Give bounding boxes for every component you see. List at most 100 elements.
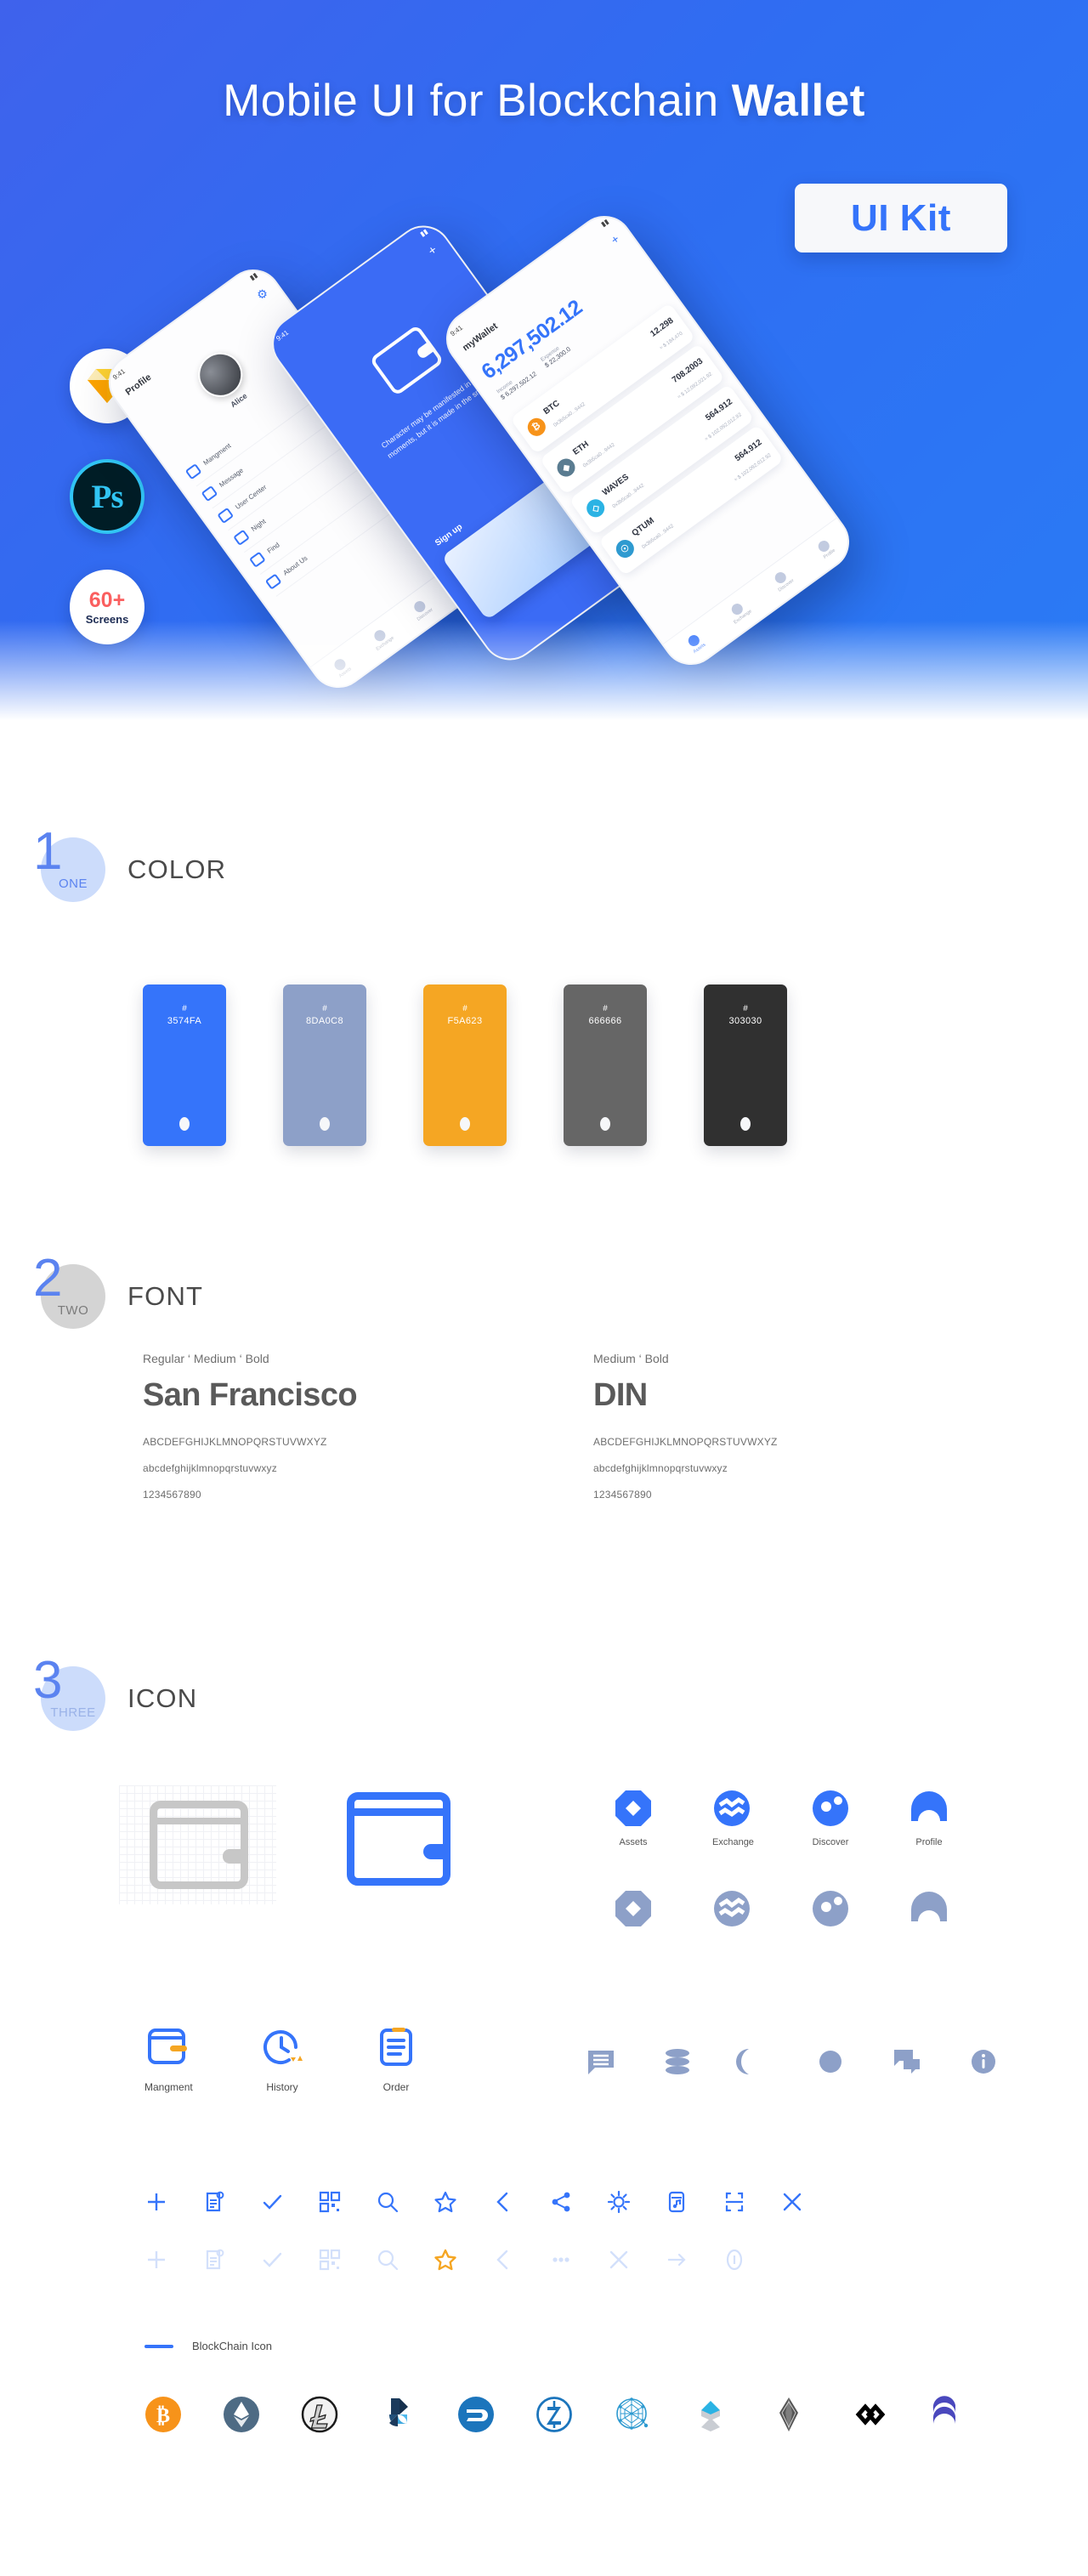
scan-frame-icon[interactable] — [722, 2190, 746, 2214]
check-icon[interactable] — [260, 2190, 284, 2214]
tab-icon-exchange[interactable]: Exchange — [712, 1789, 754, 1847]
list-item-label: About Us — [281, 554, 309, 577]
feature-icon-order[interactable]: Order — [372, 2023, 420, 2093]
font-lowercase-sample: abcdefghijklmnopqrstuvwxyz — [143, 1462, 277, 1474]
coin-amount: 12.298 — [649, 315, 676, 339]
tab-icon-exchange-inactive[interactable] — [712, 1889, 751, 1928]
discover-icon — [813, 1790, 848, 1826]
color-swatch[interactable]: # 303030 — [704, 984, 787, 1146]
database-stack-icon[interactable] — [663, 2047, 692, 2076]
list-item-label: Night — [249, 517, 268, 533]
wallet-icon — [184, 463, 202, 480]
document-settings-icon[interactable] — [202, 2190, 226, 2214]
ui-kit-badge[interactable]: UI Kit — [795, 184, 1007, 252]
bitcoin-icon[interactable]: ₿ — [144, 2396, 182, 2433]
plus-icon[interactable]: + — [425, 242, 439, 258]
eos-icon[interactable] — [770, 2396, 808, 2433]
section-header-color: 1 ONE COLOR — [33, 826, 227, 902]
ui-kit-presentation: Mobile UI for Blockchain Wallet UI Kit P… — [0, 0, 1088, 2576]
tab-icon-profile[interactable]: Profile — [910, 1789, 949, 1847]
tab-icon-discover[interactable]: Discover — [811, 1789, 850, 1847]
section-number-word: TWO — [57, 1303, 89, 1318]
coin-usd: ≈ $ 184,470 — [659, 331, 684, 352]
document-settings-icon[interactable] — [202, 2248, 226, 2272]
swatch-dot — [740, 1117, 751, 1131]
plus-icon[interactable] — [144, 2190, 168, 2214]
gear-icon[interactable]: ⚙ — [254, 286, 271, 304]
zcash-icon[interactable] — [536, 2396, 573, 2433]
screens-count: 60+ — [88, 587, 126, 612]
info-icon — [264, 573, 282, 590]
section-title: COLOR — [128, 854, 227, 884]
section-header-icon: 3 THREE ICON — [33, 1654, 197, 1731]
section-number-badge: 1 ONE — [33, 826, 105, 902]
more-dots-icon[interactable] — [549, 2248, 573, 2272]
plus-icon[interactable]: + — [608, 232, 621, 247]
tab-icon-discover-inactive[interactable] — [811, 1889, 850, 1928]
share-icon[interactable] — [549, 2190, 573, 2214]
litecoin-icon[interactable] — [301, 2396, 338, 2433]
swatch-hex: 8DA0C8 — [306, 1015, 343, 1026]
section-number: 3 — [33, 1651, 63, 1710]
color-swatch[interactable]: # 666666 — [564, 984, 647, 1146]
dash-icon[interactable] — [457, 2396, 495, 2433]
search-icon[interactable] — [376, 2190, 400, 2214]
info-outline-icon[interactable] — [722, 2248, 746, 2272]
check-icon[interactable] — [260, 2248, 284, 2272]
gray-icon-set — [586, 2047, 998, 2076]
tab-icon-assets-inactive[interactable] — [614, 1889, 653, 1928]
star-icon-highlighted[interactable] — [434, 2248, 457, 2272]
info-icon[interactable] — [969, 2047, 998, 2076]
plus-icon[interactable] — [144, 2248, 168, 2272]
divider-line — [144, 2344, 173, 2348]
moon-icon[interactable] — [736, 2047, 768, 2076]
tab-icon-set-active: Assets Exchange Discover Profile — [614, 1789, 949, 1847]
nav-bar: Profile ⚙ — [122, 286, 271, 400]
font-specimen-list: Regular ‘ Medium ‘ Bold San Francisco AB… — [143, 1352, 1044, 1515]
tab-icon-profile-inactive[interactable] — [910, 1889, 949, 1928]
photoshop-badge[interactable]: Ps — [70, 459, 144, 534]
screens-count-badge[interactable]: 60+ Screens — [70, 570, 144, 644]
svg-text:₿: ₿ — [156, 2405, 170, 2427]
feature-icon-mangment[interactable]: Mangment — [144, 2023, 193, 2093]
font-uppercase-sample: ABCDEFGHIJKLMNOPQRSTUVWXYZ — [593, 1436, 778, 1448]
chat-bubbles-icon[interactable] — [892, 2047, 921, 2076]
close-icon[interactable] — [780, 2190, 804, 2214]
qr-code-icon[interactable] — [318, 2190, 342, 2214]
feature-icon-set: Mangment History Order — [144, 2023, 420, 2093]
status-time: 9:41 — [275, 328, 291, 343]
assets-icon — [615, 1891, 651, 1926]
qr-code-icon[interactable] — [318, 2248, 342, 2272]
section-title: FONT — [128, 1281, 204, 1311]
chevron-left-icon[interactable] — [491, 2248, 515, 2272]
gear-icon[interactable] — [607, 2190, 631, 2214]
page-title-bold: Wallet — [731, 76, 865, 126]
coin-symbol: ETH — [571, 440, 591, 457]
circle-icon[interactable] — [816, 2047, 845, 2076]
close-icon[interactable] — [607, 2248, 631, 2272]
waves-icon[interactable] — [692, 2396, 729, 2433]
exchange-icon — [714, 1790, 750, 1826]
swatch-hash: # — [743, 1004, 748, 1013]
ethereum-icon[interactable] — [223, 2396, 260, 2433]
status-icon[interactable] — [926, 2396, 964, 2433]
tab-icon-assets[interactable]: Assets — [614, 1789, 653, 1847]
search-icon[interactable] — [376, 2248, 400, 2272]
color-swatch[interactable]: # F5A623 — [423, 984, 507, 1146]
tenx-icon[interactable] — [848, 2396, 886, 2433]
chevron-left-icon[interactable] — [491, 2190, 515, 2214]
message-icon[interactable] — [586, 2047, 615, 2076]
card-music-icon[interactable] — [665, 2190, 688, 2214]
star-icon[interactable] — [434, 2190, 457, 2214]
wallet-icon-blue — [347, 1792, 450, 1886]
wallet-icon-wireframe — [119, 1785, 276, 1904]
feature-icon-history[interactable]: History — [258, 2023, 306, 2093]
color-swatch[interactable]: # 8DA0C8 — [283, 984, 366, 1146]
swatch-hex: F5A623 — [447, 1015, 483, 1026]
bitshares-icon[interactable] — [379, 2396, 416, 2433]
wallet-shape-blue — [347, 1792, 450, 1886]
qtum-icon[interactable] — [614, 2396, 651, 2433]
arrow-right-icon[interactable] — [665, 2248, 688, 2272]
font-specimen-san-francisco: Regular ‘ Medium ‘ Bold San Francisco AB… — [143, 1352, 593, 1515]
color-swatch[interactable]: # 3574FA — [143, 984, 226, 1146]
